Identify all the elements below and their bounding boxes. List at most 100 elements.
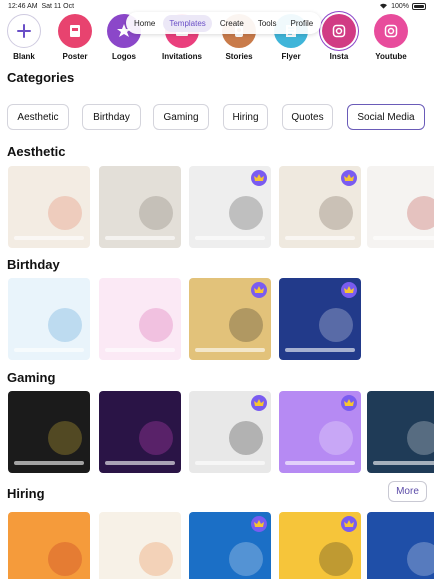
crown-icon (251, 282, 267, 298)
card-image (319, 421, 353, 455)
template-card[interactable] (189, 166, 271, 248)
card-image (139, 196, 173, 230)
template-card[interactable] (8, 166, 90, 248)
chip-birthday[interactable]: Birthday (82, 104, 141, 130)
tab-tools[interactable]: Tools (252, 15, 283, 32)
create-poster[interactable]: Poster (47, 14, 103, 61)
create-blank[interactable]: Blank (0, 14, 52, 61)
section-title-birthday: Birthday (7, 257, 60, 272)
create-label: Invitations (161, 52, 202, 61)
tab-templates[interactable]: Templates (163, 14, 212, 32)
crown-icon (251, 516, 267, 532)
card-image (229, 542, 263, 576)
card-image (319, 308, 353, 342)
status-time: 12:46 AM Sat 11 Oct (8, 3, 75, 10)
card-footer-bar (105, 348, 175, 352)
template-card[interactable] (279, 166, 361, 248)
chip-gaming[interactable]: Gaming (153, 104, 209, 130)
card-image (407, 196, 434, 230)
create-youtube[interactable]: Youtube (363, 14, 419, 61)
create-label: Blank (13, 52, 35, 61)
template-card[interactable] (279, 512, 361, 579)
wifi-icon (379, 2, 388, 11)
chip-hiring[interactable]: Hiring (223, 104, 268, 130)
create-label: Youtube (375, 52, 407, 61)
youtube-icon (374, 14, 408, 48)
tab-create[interactable]: Create (214, 15, 250, 32)
crown-icon (251, 395, 267, 411)
card-image (139, 308, 173, 342)
plus-icon (7, 14, 41, 48)
card-image (139, 542, 173, 576)
template-card[interactable] (279, 278, 361, 360)
template-card[interactable] (8, 391, 90, 473)
card-image (48, 308, 82, 342)
template-row-hiring (8, 512, 434, 579)
template-row-aesthetic (8, 166, 434, 250)
top-nav: Home Templates Create Tools Profile (126, 12, 322, 34)
card-footer-bar (105, 461, 175, 465)
card-footer-bar (14, 236, 84, 240)
template-card[interactable] (367, 166, 434, 248)
create-label: Logos (112, 52, 136, 61)
chip-aesthetic[interactable]: Aesthetic (7, 104, 69, 130)
instagram-icon (322, 14, 356, 48)
card-footer-bar (14, 348, 84, 352)
card-footer-bar (285, 236, 355, 240)
card-footer-bar (285, 348, 355, 352)
battery-icon (412, 3, 426, 10)
template-card[interactable] (279, 391, 361, 473)
card-footer-bar (105, 236, 175, 240)
card-image (229, 421, 263, 455)
template-card[interactable] (99, 391, 181, 473)
crown-icon (341, 170, 357, 186)
tab-home[interactable]: Home (128, 15, 161, 32)
chip-quotes[interactable]: Quotes (282, 104, 333, 130)
card-image (407, 421, 434, 455)
crown-icon (341, 516, 357, 532)
status-indicators: 100% (379, 2, 426, 11)
crown-icon (341, 282, 357, 298)
template-card[interactable] (99, 166, 181, 248)
template-card[interactable] (8, 278, 90, 360)
card-footer-bar (195, 348, 265, 352)
template-card[interactable] (367, 391, 434, 473)
card-footer-bar (195, 461, 265, 465)
card-image (229, 308, 263, 342)
create-label: Poster (62, 52, 88, 61)
tab-profile[interactable]: Profile (285, 15, 320, 32)
template-card[interactable] (189, 512, 271, 579)
card-footer-bar (285, 461, 355, 465)
template-card[interactable] (189, 278, 271, 360)
card-footer-bar (373, 236, 434, 240)
card-footer-bar (14, 461, 84, 465)
create-label: Stories (225, 52, 253, 61)
hiring-more-button[interactable]: More (388, 481, 427, 502)
card-footer-bar (373, 461, 434, 465)
template-card[interactable] (99, 278, 181, 360)
card-image (229, 196, 263, 230)
card-image (48, 196, 82, 230)
card-image (48, 421, 82, 455)
crown-icon (251, 170, 267, 186)
template-card[interactable] (367, 512, 434, 579)
card-image (407, 542, 434, 576)
card-footer-bar (195, 236, 265, 240)
template-card[interactable] (99, 512, 181, 579)
battery-percent: 100% (391, 3, 409, 10)
chip-social-media[interactable]: Social Media (347, 104, 425, 130)
categories-title: Categories (7, 70, 75, 85)
section-title-hiring: Hiring (7, 486, 45, 501)
create-label: Insta (329, 52, 349, 61)
template-row-gaming (8, 391, 434, 475)
crown-icon (341, 395, 357, 411)
card-image (48, 542, 82, 576)
section-title-gaming: Gaming (7, 370, 56, 385)
poster-icon (58, 14, 92, 48)
template-card[interactable] (189, 391, 271, 473)
section-title-aesthetic: Aesthetic (7, 144, 66, 159)
template-row-birthday (8, 278, 434, 362)
card-image (139, 421, 173, 455)
card-image (319, 196, 353, 230)
template-card[interactable] (8, 512, 90, 579)
